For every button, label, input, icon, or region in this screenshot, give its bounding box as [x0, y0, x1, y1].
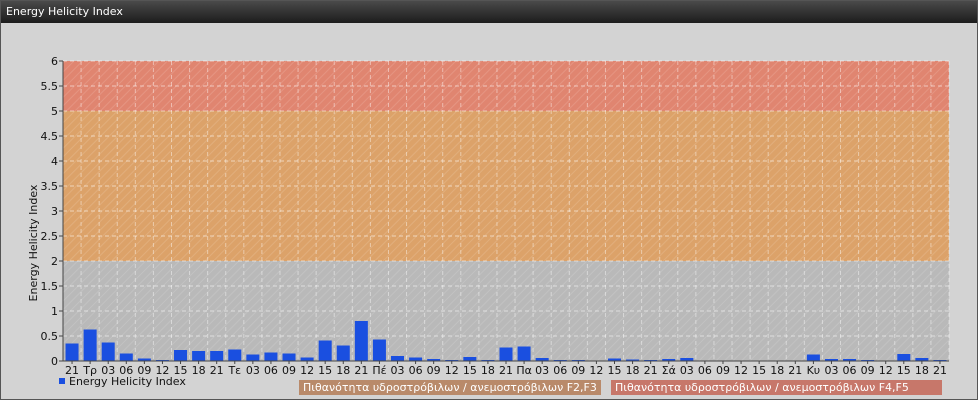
- x-tick-label: 09: [427, 364, 441, 377]
- x-tick-label: 09: [861, 364, 875, 377]
- x-tick-label: 09: [571, 364, 585, 377]
- x-tick-label: 06: [264, 364, 278, 377]
- legend-label-f4f5: Πιθανότητα υδροστρόβιλων / ανεμοστρόβιλω…: [615, 381, 909, 394]
- bar: [499, 347, 513, 361]
- x-tick-label: 06: [843, 364, 857, 377]
- bar: [409, 357, 423, 361]
- x-tick-label: 12: [589, 364, 603, 377]
- y-tick-label: 6: [51, 55, 58, 68]
- window-title: Energy Helicity Index: [6, 5, 123, 18]
- x-tick-label: 18: [770, 364, 784, 377]
- bar: [372, 339, 386, 361]
- x-tick-label: Κυ: [807, 364, 821, 377]
- x-tick-label: 03: [535, 364, 549, 377]
- legend-item-f2f3: Πιθανότητα υδροστρόβιλων / ανεμοστρόβιλω…: [299, 380, 601, 395]
- bar: [192, 351, 206, 361]
- y-tick-label: 4.5: [41, 130, 59, 143]
- bar: [391, 356, 405, 361]
- chart-window: Energy Helicity Index 0 0.5 1 1.5 2 2.5 3 3.5 4 4…: [0, 0, 978, 400]
- bar: [282, 353, 296, 361]
- x-tick-label: 21: [499, 364, 513, 377]
- legend-swatch-icon: [59, 378, 65, 384]
- x-tick-label: 12: [734, 364, 748, 377]
- x-tick-label: 15: [463, 364, 477, 377]
- y-axis-label: Energy Helicity Index: [27, 184, 40, 301]
- ehi-chart: 00.511.522.533.544.555.56 21 Τρ 03 06 09 12 15…: [27, 55, 950, 377]
- x-tick-label: 21: [644, 364, 658, 377]
- y-tick-label: 5.5: [41, 80, 59, 93]
- x-tick-label: 06: [553, 364, 567, 377]
- bar: [228, 349, 242, 361]
- x-tick-label: 21: [933, 364, 947, 377]
- x-tick-label: Πέ: [372, 364, 386, 377]
- x-tick-label: Σά: [662, 364, 676, 377]
- bar: [264, 352, 278, 361]
- legend-item-ehi: Energy Helicity Index: [59, 375, 186, 388]
- y-tick-label: 3.5: [41, 180, 59, 193]
- x-tick-label: 06: [409, 364, 423, 377]
- bar: [318, 340, 332, 361]
- x-tick-label: 18: [481, 364, 495, 377]
- title-bar: Energy Helicity Index: [1, 1, 977, 23]
- x-tick-label: 12: [879, 364, 893, 377]
- x-tick-label: 06: [698, 364, 712, 377]
- y-tick-label: 2: [51, 255, 58, 268]
- x-tick-label: 15: [607, 364, 621, 377]
- y-tick-label: 0: [51, 355, 58, 368]
- x-tick-label: 03: [391, 364, 405, 377]
- y-tick-label: 0.5: [41, 330, 59, 343]
- y-tick-label: 4: [51, 155, 58, 168]
- legend-label-f2f3: Πιθανότητα υδροστρόβιλων / ανεμοστρόβιλω…: [303, 381, 597, 394]
- y-tick-label: 1: [51, 305, 58, 318]
- x-tick-label: 15: [318, 364, 332, 377]
- x-tick-label: 18: [915, 364, 929, 377]
- x-tick-label: 21: [210, 364, 224, 377]
- bar: [463, 357, 477, 361]
- y-tick-label: 5: [51, 105, 58, 118]
- bar: [119, 353, 133, 361]
- bar: [806, 354, 820, 361]
- x-tick-label: 15: [752, 364, 766, 377]
- x-tick-label: Πα: [516, 364, 532, 377]
- legend-item-f4f5: Πιθανότητα υδροστρόβιλων / ανεμοστρόβιλω…: [611, 380, 942, 395]
- bar: [65, 343, 79, 361]
- legend-label-ehi: Energy Helicity Index: [69, 375, 186, 388]
- x-tick-label: 03: [824, 364, 838, 377]
- x-tick-label: 03: [680, 364, 694, 377]
- x-tick-label: 09: [716, 364, 730, 377]
- x-tick-label: 21: [354, 364, 368, 377]
- x-tick-label: 12: [300, 364, 314, 377]
- y-tick-label: 3: [51, 205, 58, 218]
- bar: [174, 350, 188, 361]
- bar: [210, 351, 224, 361]
- x-tick-label: 03: [246, 364, 260, 377]
- x-tick-label: 12: [445, 364, 459, 377]
- bar: [83, 329, 97, 361]
- bar: [300, 357, 314, 361]
- x-tick-label: 18: [336, 364, 350, 377]
- x-tick-label: Τε: [227, 364, 241, 377]
- x-tick-label: 21: [788, 364, 802, 377]
- y-tick-label: 1.5: [41, 280, 59, 293]
- chart-area: 0 0.5 1 1.5 2 2.5 3 3.5 4 4.5 5 5.5 6 21 Τρ 03 06 09 12 15…: [1, 23, 977, 399]
- bar: [897, 354, 911, 361]
- x-tick-label: 15: [897, 364, 911, 377]
- bar: [517, 346, 531, 361]
- bar: [246, 354, 260, 361]
- x-tick-label: 18: [626, 364, 640, 377]
- bar: [354, 321, 368, 361]
- bar: [336, 345, 350, 361]
- x-tick-label: 18: [192, 364, 206, 377]
- x-tick-label: 09: [282, 364, 296, 377]
- bar: [101, 342, 115, 361]
- y-tick-label: 2.5: [41, 230, 59, 243]
